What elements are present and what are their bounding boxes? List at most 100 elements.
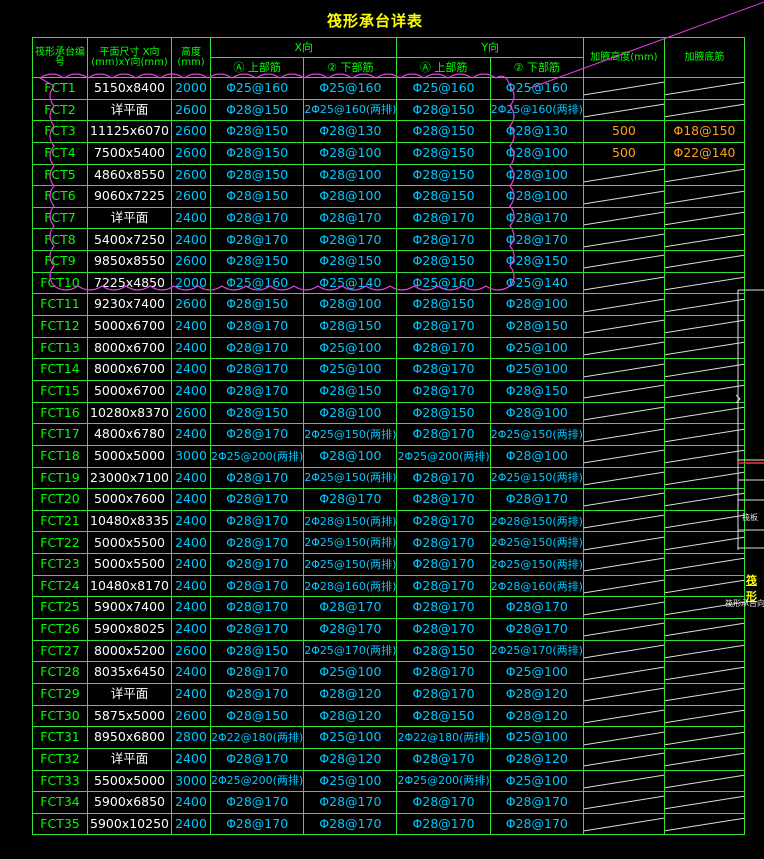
y-bottom-rebar-cell: Φ28@170 [489,228,584,252]
y-bottom-rebar-cell: Φ25@140 [489,271,584,295]
y-bottom-rebar-cell: 2Φ25@150(两排) [489,466,584,490]
haunch-bottom-rebar-cell [663,639,745,663]
cap-id-cell: FCT33 [32,769,88,793]
x-bottom-rebar-cell: 2Φ28@160(两排) [303,574,398,598]
y-top-rebar-cell: Φ28@170 [396,315,491,338]
cap-height-cell: 2400 [171,682,211,706]
haunch-bottom-rebar-cell [663,163,745,187]
y-bottom-rebar-cell: Φ28@100 [489,401,584,425]
plan-size-cell: 5000x5500 [87,531,172,555]
y-bottom-rebar-cell: Φ28@170 [489,206,584,230]
x-top-rebar-cell: Φ28@170 [209,423,305,446]
haunch-height-cell [582,98,665,122]
x-bottom-rebar-cell: 2Φ25@170(两排) [303,639,398,663]
y-bottom-rebar-cell: Φ25@100 [489,661,584,684]
cap-id-cell: FCT15 [32,379,88,403]
plan-size-cell: 8035x6450 [87,661,172,684]
cap-height-cell: 2400 [171,509,211,533]
table-row: FCT31 8950x6800 2800 2Φ22@180(两排) Φ25@100 2Φ2… [32,726,745,749]
x-bottom-rebar-cell: Φ28@150 [303,250,398,273]
x-top-rebar-cell: Φ28@170 [209,488,305,511]
cap-height-cell: 2400 [171,618,211,641]
y-top-rebar-cell: Φ28@170 [396,488,491,511]
haunch-bottom-rebar-cell [663,379,745,403]
haunch-height-cell [582,791,665,814]
x-bottom-rebar-cell: Φ28@100 [303,141,398,165]
haunch-height-cell [582,271,665,295]
plan-size-cell: 5000x5500 [87,553,172,576]
table-row: FCT28 8035x6450 2400 Φ28@170 Φ25@100 Φ28@170 Φ… [32,661,745,684]
header-extra-bar: 加腋底筋 [663,37,745,78]
cap-height-cell: 2400 [171,315,211,338]
y-bottom-rebar-cell: Φ28@100 [489,163,584,187]
cap-height-cell: 2600 [171,704,211,728]
cap-height-cell: 2400 [171,661,211,684]
table-row: FCT17 4800x6780 2400 Φ28@170 2Φ25@150(两排) Φ28… [32,423,745,446]
haunch-height-cell [582,206,665,230]
x-top-rebar-cell: 2Φ25@200(两排) [209,444,305,468]
y-top-rebar-cell: 2Φ25@200(两排) [396,444,491,468]
plan-size-cell: 5000x6700 [87,315,172,338]
x-bottom-rebar-cell: Φ25@140 [303,271,398,295]
cap-id-cell: FCT20 [32,488,88,511]
x-top-rebar-cell: 2Φ25@200(两排) [209,769,305,793]
cap-height-cell: 2400 [171,379,211,403]
table-row: FCT7 详平面 2400 Φ28@170 Φ28@170 Φ28@170 Φ28@170 [32,206,745,230]
plan-size-cell: 5500x5000 [87,769,172,793]
header-extra-height: 加腋高度(mm) [582,37,665,78]
haunch-bottom-rebar-cell [663,77,745,100]
x-top-rebar-cell: Φ28@150 [209,250,305,273]
y-top-rebar-cell: Φ28@170 [396,466,491,490]
cap-id-cell: FCT2 [32,98,88,122]
plan-size-cell: 9060x7225 [87,185,172,208]
haunch-bottom-rebar-cell [663,185,745,208]
y-bottom-rebar-cell: 2Φ25@160(两排) [489,98,584,122]
y-top-rebar-cell: Φ28@150 [396,704,491,728]
y-bottom-rebar-cell: Φ28@130 [489,120,584,143]
plan-size-cell: 5900x8025 [87,618,172,641]
x-top-rebar-cell: Φ28@150 [209,141,305,165]
y-top-rebar-cell: Φ28@170 [396,791,491,814]
cap-id-cell: FCT22 [32,531,88,555]
plan-size-cell: 11125x6070 [87,120,172,143]
cap-height-cell: 2400 [171,574,211,598]
haunch-height-cell [582,812,665,836]
x-top-rebar-cell: Φ28@150 [209,293,305,317]
table-row: FCT2 详平面 2600 Φ28@150 2Φ25@160(两排) Φ28@150 2Φ2… [32,98,745,122]
x-top-rebar-cell: Φ28@150 [209,639,305,663]
y-bottom-rebar-cell: Φ28@170 [489,791,584,814]
cap-id-cell: FCT35 [32,812,88,836]
cap-height-cell: 2400 [171,488,211,511]
y-top-rebar-cell: Φ28@170 [396,206,491,230]
haunch-height-cell [582,185,665,208]
y-top-rebar-cell: Φ28@150 [396,293,491,317]
x-bottom-rebar-cell: Φ28@100 [303,444,398,468]
x-bottom-rebar-cell: Φ28@150 [303,379,398,403]
cap-id-cell: FCT12 [32,315,88,338]
plan-size-cell: 4800x6780 [87,423,172,446]
cap-height-cell: 2400 [171,791,211,814]
cap-id-cell: FCT32 [32,747,88,771]
y-top-rebar-cell: Φ28@150 [396,120,491,143]
y-top-rebar-cell: 2Φ22@180(两排) [396,726,491,749]
y-top-rebar-cell: Φ28@150 [396,639,491,663]
cap-height-cell: 2400 [171,206,211,230]
x-top-rebar-cell: Φ28@170 [209,466,305,490]
cap-id-cell: FCT18 [32,444,88,468]
x-top-rebar-cell: Φ28@170 [209,358,305,381]
x-bottom-rebar-cell: 2Φ25@150(两排) [303,466,398,490]
haunch-height-cell [582,553,665,576]
table-row: FCT23 5000x5500 2400 Φ28@170 2Φ25@150(两排) Φ28… [32,553,745,576]
x-top-rebar-cell: Φ25@160 [209,77,305,100]
x-top-rebar-cell: Φ28@170 [209,228,305,252]
plan-size-cell: 5000x6700 [87,379,172,403]
x-bottom-rebar-cell: Φ28@130 [303,120,398,143]
haunch-bottom-rebar-cell [663,423,745,446]
plan-size-cell: 5000x5000 [87,444,172,468]
y-top-rebar-cell: Φ28@170 [396,682,491,706]
cap-height-cell: 2400 [171,596,211,620]
haunch-height-cell [582,509,665,533]
haunch-bottom-rebar-cell [663,704,745,728]
y-top-rebar-cell: Φ28@150 [396,98,491,122]
y-top-rebar-cell: Φ28@170 [396,336,491,360]
